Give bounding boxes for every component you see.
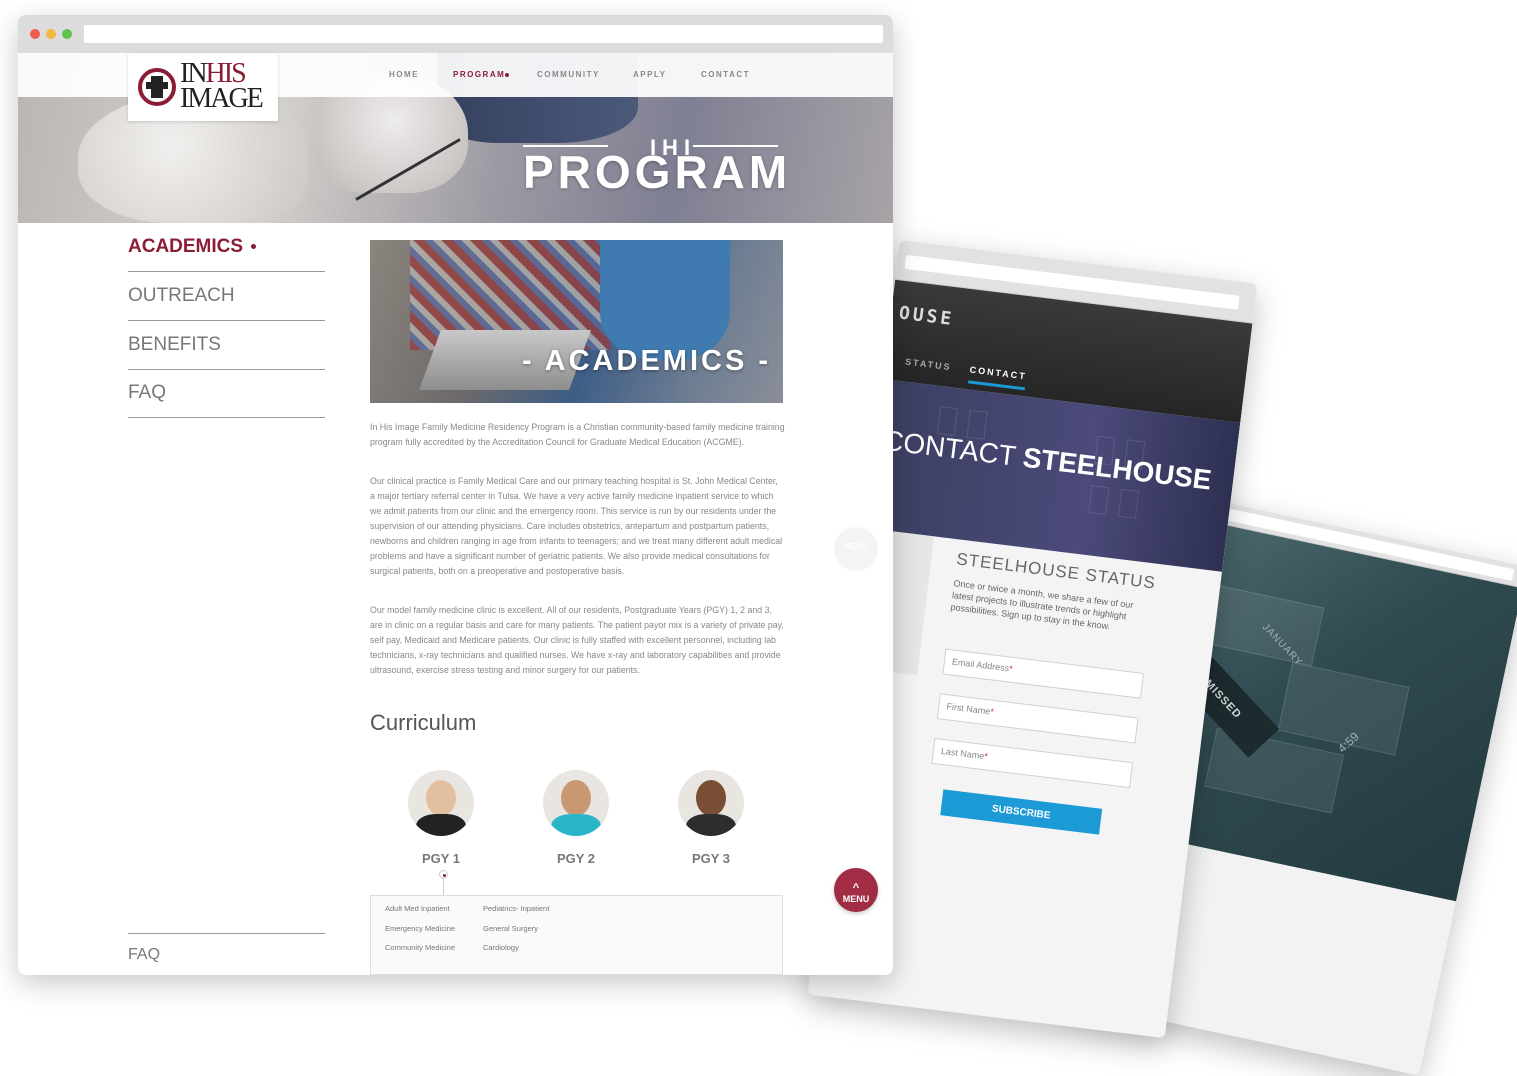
sidebar-item-faq[interactable]: FAQ bbox=[128, 369, 325, 418]
avatar-pgy3[interactable] bbox=[678, 770, 744, 836]
sidebar-item-label: BENEFITS bbox=[128, 334, 221, 355]
rotation-cell: Adult Med Inpatient bbox=[385, 904, 450, 913]
menu-button[interactable]: ^ MENU bbox=[834, 868, 878, 912]
email-placeholder: Email Address bbox=[951, 656, 1010, 674]
required-marker: * bbox=[989, 706, 995, 717]
nav-home[interactable]: HOME bbox=[389, 70, 419, 79]
paragraph-clinic: Our model family medicine clinic is exce… bbox=[370, 605, 784, 675]
image-decor bbox=[600, 240, 730, 360]
sidebar-footer-faq[interactable]: FAQ bbox=[128, 933, 325, 964]
address-bar[interactable] bbox=[84, 25, 883, 43]
nav-contact[interactable]: CONTACT bbox=[701, 70, 750, 79]
avatar-face bbox=[696, 780, 726, 816]
last-name-placeholder: Last Name bbox=[940, 745, 985, 762]
active-nav-dot bbox=[505, 73, 509, 77]
required-marker: * bbox=[983, 751, 989, 762]
sidebar-item-academics[interactable]: ACADEMICS bbox=[128, 223, 325, 272]
academics-title: - ACADEMICS - bbox=[522, 345, 771, 377]
last-name-field[interactable]: Last Name* bbox=[931, 737, 1134, 789]
rotation-cell: Emergency Medicine bbox=[385, 924, 456, 933]
avatar-body bbox=[686, 814, 736, 836]
sidebar-item-label: FAQ bbox=[128, 382, 167, 403]
menu-ghost-label: MENU bbox=[844, 542, 868, 551]
chevron-up-icon: ^ bbox=[852, 881, 860, 894]
curriculum-heading: Curriculum bbox=[370, 710, 477, 735]
rotation-cell: Community Medicine bbox=[385, 943, 456, 952]
first-name-field[interactable]: First Name* bbox=[936, 693, 1139, 744]
nav-program[interactable]: PROGRAM bbox=[453, 70, 505, 79]
menu-label: MENU bbox=[842, 893, 870, 904]
browser-window-ihi: IHI PROGRAM HOME PROGRAM COMMUNITY APPLY… bbox=[18, 15, 893, 975]
nav-apply[interactable]: APPLY bbox=[633, 70, 666, 79]
email-field[interactable]: Email Address* bbox=[942, 648, 1145, 699]
marker-stem bbox=[443, 879, 444, 895]
minimize-dot-icon[interactable] bbox=[46, 29, 56, 39]
avatar-pgy1[interactable] bbox=[408, 770, 474, 836]
logo-text-line2: IMAGE bbox=[180, 83, 264, 114]
avatar-body bbox=[551, 814, 601, 836]
window-decor bbox=[1117, 488, 1140, 519]
pgy3-label[interactable]: PGY 3 bbox=[661, 851, 761, 866]
subscribe-button[interactable]: SUBSCRIBE bbox=[940, 789, 1103, 835]
sidebar-item-label: ACADEMICS bbox=[128, 236, 244, 257]
rotation-cell: General Surgery bbox=[483, 924, 539, 933]
rotation-cell: Pediatrics- Inpatient bbox=[483, 904, 550, 913]
pgy1-label[interactable]: PGY 1 bbox=[391, 851, 491, 866]
first-name-placeholder: First Name bbox=[945, 701, 991, 717]
sidebar-item-outreach[interactable]: OUTREACH bbox=[128, 272, 325, 321]
sidebar-item-label: OUTREACH bbox=[128, 285, 235, 306]
browser-toolbar bbox=[18, 15, 893, 53]
hero-title: PROGRAM bbox=[523, 146, 792, 198]
rotation-table: Adult Med Inpatient Emergency Medicine C… bbox=[370, 895, 783, 975]
nav-community[interactable]: COMMUNITY bbox=[537, 70, 600, 79]
cross-horizontal bbox=[146, 82, 168, 89]
menu-button-ghost: MENU bbox=[834, 527, 878, 571]
cross-logo-icon bbox=[138, 68, 176, 106]
required-marker: * bbox=[1008, 663, 1014, 674]
sidebar-item-benefits[interactable]: BENEFITS bbox=[128, 321, 325, 370]
site-logo[interactable]: INHIS IMAGE bbox=[128, 53, 278, 121]
paragraph-intro: In His Image Family Medicine Residency P… bbox=[370, 422, 785, 447]
paragraph-clinical: Our clinical practice is Family Medical … bbox=[370, 476, 783, 576]
selected-pgy-marker bbox=[439, 870, 448, 879]
window-decor bbox=[1088, 485, 1110, 516]
avatar-pgy2[interactable] bbox=[543, 770, 609, 836]
avatar-face bbox=[561, 780, 591, 816]
avatar-face bbox=[426, 780, 456, 816]
rotation-cell: Cardiology bbox=[483, 943, 519, 952]
maximize-dot-icon[interactable] bbox=[62, 29, 72, 39]
dashboard-card bbox=[1204, 727, 1345, 814]
academics-image bbox=[370, 240, 783, 403]
pgy2-label[interactable]: PGY 2 bbox=[526, 851, 626, 866]
avatar-body bbox=[416, 814, 466, 836]
active-dot-icon bbox=[251, 244, 257, 250]
close-dot-icon[interactable] bbox=[30, 29, 40, 39]
